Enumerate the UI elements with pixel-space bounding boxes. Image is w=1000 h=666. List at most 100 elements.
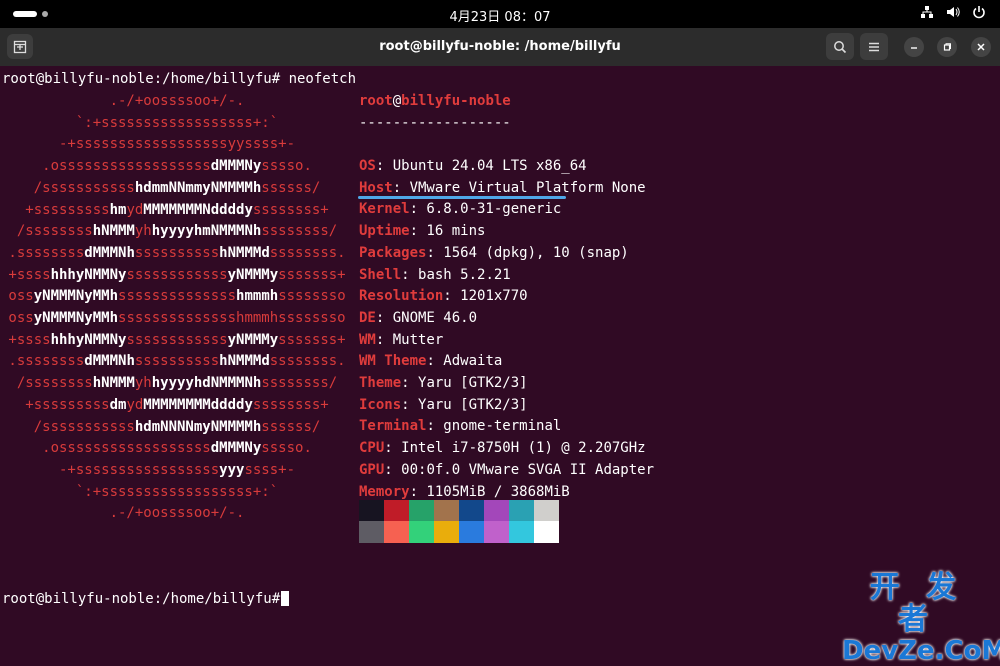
logo-segment: yNMMMy <box>227 266 279 283</box>
logo-segment: /ssssssss <box>0 375 93 392</box>
color-swatch <box>434 521 459 543</box>
close-button[interactable] <box>971 37 991 57</box>
logo-segment: ssssssssssss <box>126 331 228 348</box>
color-swatch <box>509 500 534 522</box>
logo-segment: hdmNNNNmyNMMMMh <box>134 418 262 435</box>
info-value: : gnome-terminal <box>426 418 562 435</box>
logo-segment: dMMMNh <box>84 244 135 261</box>
prompt-line-2: root@billyfu-noble:/home/billyfu# <box>2 591 290 607</box>
logo-segment: hNMMM <box>92 223 135 240</box>
info-row: CPU: Intel i7-8750H (1) @ 2.207GHz <box>359 440 646 456</box>
logo-segment: oss <box>0 288 34 305</box>
info-key: Shell <box>359 266 402 283</box>
logo-line: .ossssssssssssssssssdMMMNysssso. <box>0 440 312 456</box>
color-swatch <box>459 500 484 522</box>
logo-line: /ssssssssssshdmmNNmmyNMMMMhssssss/ <box>0 179 321 196</box>
logo-segment: sssso. <box>261 158 312 175</box>
logo-segment: hdmmNNmmyNMMMMh <box>134 179 262 196</box>
logo-line: /sssssssshNMMMyhhyyyyhmNMMMNhssssssss/ <box>0 223 337 239</box>
watermark-logo: 开 发 者 DevZe.CoM <box>842 572 1000 666</box>
command-text: neofetch <box>288 71 357 87</box>
logo-segment: hhhyNMMNy <box>50 331 127 348</box>
logo-segment: yNMMMNyMMh <box>33 310 119 326</box>
system-clock[interactable]: 4月23日 08：07 <box>0 6 1000 25</box>
network-icon[interactable] <box>920 5 934 23</box>
window-title-bar: root@billyfu-noble: /home/billyfu <box>0 28 1000 66</box>
info-key: Host <box>359 179 393 196</box>
logo-segment: -+ssssssssssssssssssyyssss+- <box>0 136 296 153</box>
info-row: GPU: 00:0f.0 VMware SVGA II Adapter <box>359 462 654 478</box>
info-key: Terminal <box>359 418 427 435</box>
logo-segment: ssssssss/ <box>261 375 338 392</box>
logo-segment: ssssssssss <box>134 244 220 261</box>
logo-segment: /sssssssssss <box>0 418 135 435</box>
info-separator: ------------------ <box>359 115 511 131</box>
info-header: root@billyfu-noble <box>359 93 511 109</box>
color-swatch <box>384 500 409 522</box>
logo-segment: yh <box>134 223 152 240</box>
logo-line: -+ssssssssssssssssssyyssss+- <box>0 136 295 152</box>
logo-segment: hm <box>109 201 127 218</box>
logo-segment: ssssssss+ <box>252 396 329 413</box>
color-swatch <box>534 521 559 543</box>
color-swatch <box>409 500 434 522</box>
logo-segment: .ossssssssssssssssss <box>0 440 211 457</box>
color-swatch <box>459 521 484 543</box>
info-at: @ <box>392 93 402 109</box>
logo-segment: dMMMNy <box>210 158 262 175</box>
system-top-bar: 4月23日 08：07 <box>0 0 1000 28</box>
logo-segment: ssssss/ <box>261 418 321 435</box>
info-value: : 1105MiB / 3868MiB <box>409 483 570 500</box>
logo-segment: MMMMMMMMddddy <box>143 396 253 413</box>
info-row: Memory: 1105MiB / 3868MiB <box>359 484 570 500</box>
close-icon <box>977 43 985 51</box>
info-value: : bash 5.2.21 <box>401 266 511 283</box>
minimize-button[interactable] <box>904 37 924 57</box>
info-key: WM Theme <box>359 353 427 370</box>
logo-segment: `:+ssssssssssssssssss+:` <box>0 114 279 131</box>
logo-line: `:+ssssssssssssssssss+:` <box>0 115 278 131</box>
info-key: Theme <box>359 375 402 391</box>
info-row: Icons: Yaru [GTK2/3] <box>359 397 528 413</box>
info-key: Packages <box>359 244 427 261</box>
logo-line: -+sssssssssssssssssyyyssss+- <box>0 462 295 478</box>
maximize-button[interactable] <box>937 37 957 57</box>
logo-segment: ssssssso <box>278 288 346 305</box>
logo-segment: ssssssss. <box>269 353 346 370</box>
power-icon[interactable] <box>972 5 986 23</box>
logo-line: /ssssssssssshdmNNNNmyNMMMMhssssss/ <box>0 418 321 435</box>
info-user: root <box>359 93 393 109</box>
logo-segment: yd <box>126 396 144 413</box>
logo-line: .ossssssssssssssssssdMMMNysssso. <box>0 158 312 174</box>
info-key: Memory <box>359 483 410 500</box>
info-row: Terminal: gnome-terminal <box>359 418 561 434</box>
info-value: : Mutter <box>375 331 444 348</box>
logo-segment: ssss+- <box>244 461 296 478</box>
info-value: : 6.8.0-31-generic <box>409 201 562 218</box>
volume-icon[interactable] <box>946 5 960 23</box>
info-value: : 1564 (dpkg), 10 (snap) <box>426 244 629 261</box>
logo-segment: hhhyNMMNy <box>50 266 127 283</box>
logo-segment: dm <box>109 396 127 413</box>
menu-button[interactable] <box>860 33 888 60</box>
logo-segment: +ssss <box>0 266 51 283</box>
logo-segment: sssso. <box>261 440 312 457</box>
system-tray[interactable] <box>920 5 986 23</box>
color-swatch <box>409 521 434 543</box>
prompt-text-2: root@billyfu-noble:/home/billyfu# <box>2 591 281 607</box>
hamburger-icon <box>869 42 879 51</box>
info-key: GPU <box>359 461 385 478</box>
logo-segment: hyyyyhdNMMMNh <box>151 375 262 392</box>
logo-segment: oss <box>0 310 34 326</box>
logo-line: .ssssssssdMMMNhsssssssssshNMMMdssssssss. <box>0 244 345 261</box>
info-row: DE: GNOME 46.0 <box>359 310 477 326</box>
search-button[interactable] <box>826 33 854 60</box>
prompt-line: root@billyfu-noble:/home/billyfu# neofet… <box>2 71 356 87</box>
logo-segment: ssssssssssss <box>126 266 228 283</box>
logo-segment: /sssssssssss <box>0 179 135 196</box>
logo-segment: yNMMMy <box>227 331 279 348</box>
minimize-icon <box>911 47 917 49</box>
color-swatch <box>384 521 409 543</box>
info-row: Theme: Yaru [GTK2/3] <box>359 375 528 391</box>
logo-line: +sssshhhyNMMNyssssssssssssyNMMMysssssss+ <box>0 266 345 283</box>
